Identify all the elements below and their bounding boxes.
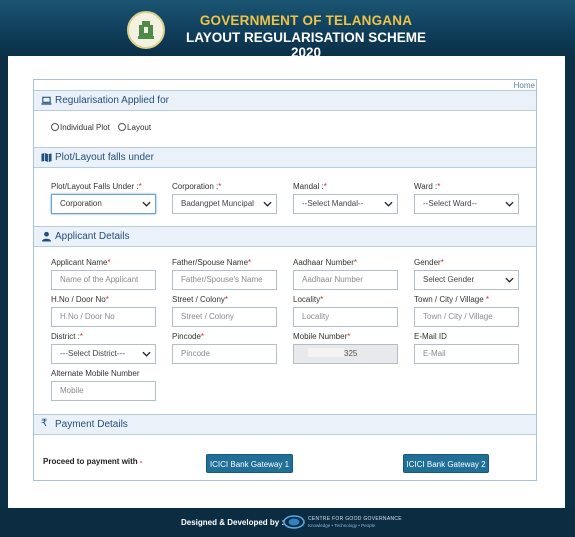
section-regularisation-header: Regularisation Applied for [34, 90, 536, 111]
section-payment-title: Payment Details [55, 419, 128, 430]
section-plot-header: Plot/Layout falls under [34, 147, 536, 168]
label-street-colony: Street / Colony* [172, 295, 229, 304]
corporation-value: Badangpet Muncipal [181, 199, 254, 208]
ward-value: --Select Ward-- [423, 199, 477, 208]
map-icon [41, 152, 52, 163]
home-link[interactable]: Home [514, 81, 535, 90]
label-town-city-village: Town / City / Village * [414, 295, 490, 304]
label-father-spouse-name: Father/Spouse Name* [172, 258, 252, 267]
label-mobile-number: Mobile Number* [293, 332, 351, 341]
chevron-down-icon [505, 201, 514, 207]
telangana-emblem-icon [127, 11, 165, 49]
proceed-payment-label: Proceed to payment with - [43, 457, 143, 466]
ward-select[interactable]: --Select Ward-- [414, 194, 519, 214]
radio-circle[interactable] [118, 123, 127, 131]
corporation-select[interactable]: Badangpet Muncipal [172, 194, 277, 214]
town-city-village-input[interactable]: Town / City / Village [414, 307, 519, 327]
mandal-value: --Select Mandal-- [302, 199, 364, 208]
label-falls-under: Plot/Layout Falls Under :* [51, 182, 142, 191]
district-value: ---Select District--- [60, 349, 125, 358]
radio-individual-plot[interactable]: Individual Plot [51, 123, 110, 132]
laptop-icon [41, 96, 52, 105]
mandal-select[interactable]: --Select Mandal-- [293, 194, 398, 214]
label-aadhaar-number: Aadhaar Number* [293, 258, 358, 267]
footer-org-tagline: Knowledge • Technology • People [308, 523, 376, 528]
applicant-name-input[interactable]: Name of the Applicant [51, 270, 156, 290]
rupee-icon: ₹ [41, 418, 48, 429]
label-gender: Gender* [414, 258, 444, 267]
section-payment-header: ₹ Payment Details [34, 414, 536, 435]
radio-circle[interactable] [51, 123, 59, 131]
chevron-down-icon [505, 277, 514, 283]
footer-org-name: CENTRE FOR GOOD GOVERNANCE [308, 516, 402, 522]
father-spouse-name-input[interactable]: Father/Spouse's Name [172, 270, 277, 290]
chevron-down-icon [263, 201, 272, 207]
regularisation-options: Individual Plot Layout [51, 123, 157, 132]
mobile-number-value: 325 [344, 349, 358, 358]
aadhaar-number-input[interactable]: Aadhaar Number [293, 270, 398, 290]
pincode-input[interactable]: Pincode [172, 344, 277, 364]
chevron-down-icon [142, 201, 151, 207]
cgg-logo-icon [283, 515, 305, 529]
radio-individual-plot-label: Individual Plot [60, 123, 110, 132]
icici-gateway-2-button[interactable]: ICICI Bank Gateway 2 [403, 454, 489, 473]
mobile-number-input: 325 [293, 344, 398, 364]
footer-credit: Designed & Developed by : [181, 518, 285, 527]
alternate-mobile-input[interactable]: Mobile [51, 381, 156, 401]
label-corporation: Corporation :* [172, 182, 222, 191]
label-locality: Locality* [293, 295, 324, 304]
section-plot-title: Plot/Layout falls under [55, 152, 154, 163]
district-select[interactable]: ---Select District--- [51, 344, 156, 364]
header-banner: GOVERNMENT OF TELANGANA LAYOUT REGULARIS… [0, 0, 575, 60]
falls-under-value: Corporation [60, 199, 102, 208]
footer: Designed & Developed by : CENTRE FOR GOO… [0, 508, 575, 537]
label-district: District :* [51, 332, 84, 341]
gender-value: Select Gender [423, 275, 475, 284]
icici-gateway-1-button[interactable]: ICICI Bank Gateway 1 [206, 454, 293, 473]
radio-layout-label: Layout [127, 123, 152, 132]
street-colony-input[interactable]: Street / Colony [172, 307, 277, 327]
gender-select[interactable]: Select Gender [414, 270, 519, 290]
label-alternate-mobile: Alternate Mobile Number [51, 369, 140, 378]
door-no-input[interactable]: H.No / Door No [51, 307, 156, 327]
label-email-id: E-Mail ID [414, 332, 447, 341]
header-title-line1: GOVERNMENT OF TELANGANA [199, 13, 413, 28]
label-mandal: Mandal :* [293, 182, 327, 191]
falls-under-select[interactable]: Corporation [51, 194, 156, 214]
email-input[interactable]: E-Mail [414, 344, 519, 364]
label-ward: Ward :* [414, 182, 441, 191]
user-icon [41, 231, 52, 242]
chevron-down-icon [142, 351, 151, 357]
locality-input[interactable]: Locality [293, 307, 398, 327]
section-applicant-header: Applicant Details [34, 226, 536, 247]
masked-digits [308, 348, 344, 357]
label-door-no: H.No / Door No* [51, 295, 109, 304]
radio-layout[interactable]: Layout [118, 123, 151, 132]
section-regularisation-title: Regularisation Applied for [55, 95, 169, 106]
form-card: Home Regularisation Applied for Individu… [33, 79, 537, 481]
chevron-down-icon [384, 201, 393, 207]
main-panel: Home Regularisation Applied for Individu… [8, 56, 565, 508]
label-pincode: Pincode* [172, 332, 205, 341]
section-applicant-title: Applicant Details [55, 231, 130, 242]
label-applicant-name: Applicant Name* [51, 258, 111, 267]
